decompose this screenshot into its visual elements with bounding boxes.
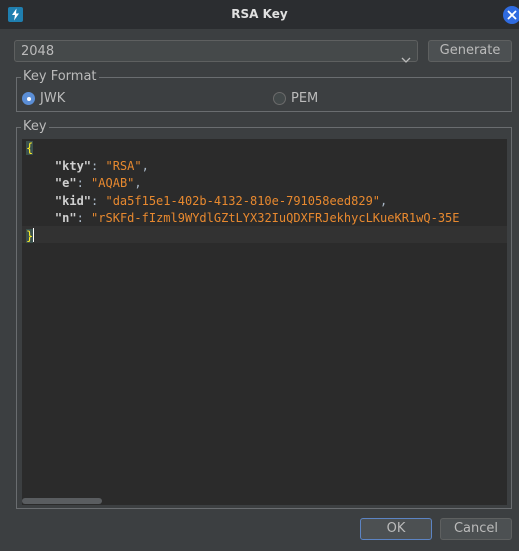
rsa-key-dialog: RSA Key 2048 Generate Key Format JWK PEM…: [0, 0, 519, 551]
radio-selected-icon: [22, 92, 35, 105]
close-icon: [507, 10, 517, 20]
key-format-title: Key Format: [21, 69, 99, 85]
json-key: "kty": [54, 158, 92, 173]
key-editor[interactable]: { "kty": "RSA", "e": "AQAB", "kid": "da5…: [22, 139, 507, 505]
ok-button[interactable]: OK: [360, 518, 432, 540]
window-title: RSA Key: [231, 7, 288, 21]
jwk-radio-label: JWK: [40, 91, 66, 106]
json-value: "da5f15e1-402b-4132-810e-791058eed829": [105, 193, 381, 208]
open-brace: {: [26, 141, 34, 155]
pem-radio-label: PEM: [291, 91, 319, 106]
text-cursor: [33, 227, 35, 242]
key-group-title: Key: [21, 119, 49, 135]
key-code: { "kty": "RSA", "e": "AQAB", "kid": "da5…: [26, 141, 460, 243]
close-brace: }: [26, 228, 34, 243]
close-button[interactable]: [503, 6, 519, 24]
radio-unselected-icon: [273, 92, 286, 105]
json-trail: ,: [380, 193, 388, 208]
json-trail: ,: [141, 158, 149, 173]
horizontal-scrollbar[interactable]: [22, 498, 102, 504]
json-value: "RSA": [105, 158, 142, 173]
title-bar: RSA Key: [0, 0, 519, 29]
json-key: "kid": [54, 193, 92, 208]
key-size-value: 2048: [21, 44, 55, 59]
json-value: "AQAB": [91, 176, 135, 190]
generate-button[interactable]: Generate: [428, 40, 512, 62]
json-trail: ,: [134, 176, 142, 190]
key-size-select[interactable]: 2048: [14, 40, 418, 63]
json-value: "rSKFd-fIzml9WYdlGZtLYX32IuQDXFRJekhycLK…: [91, 211, 460, 225]
cancel-button[interactable]: Cancel: [440, 518, 512, 540]
chevron-down-icon: [401, 48, 411, 67]
json-key: "e": [54, 176, 77, 190]
key-format-group: Key Format JWK PEM: [16, 69, 512, 112]
json-key: "n": [54, 211, 77, 225]
